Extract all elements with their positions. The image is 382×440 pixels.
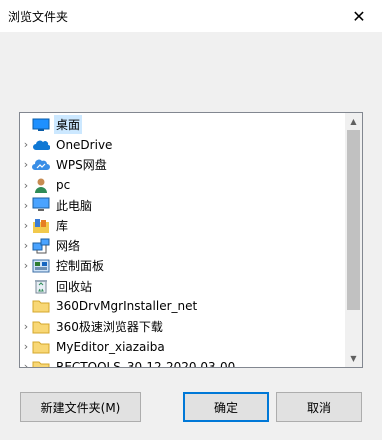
tree-item-label: 360DrvMgrInstaller_net [56,299,198,314]
network-icon [32,238,50,254]
desktop-icon [32,117,50,133]
tree-item[interactable]: › 360极速浏览器下载 [20,316,345,337]
ok-button[interactable]: 确定 [183,392,269,422]
scroll-down-arrow-icon[interactable]: ▼ [345,350,362,367]
new-folder-button[interactable]: 新建文件夹(M) [20,392,141,422]
window-title: 浏览文件夹 [8,10,69,24]
tree-item[interactable]: › 库 [20,215,345,236]
chevron-right-icon[interactable]: › [20,195,32,216]
chevron-placeholder [20,276,32,297]
close-button[interactable]: ✕ [336,0,382,32]
tree-item-label: 回收站 [56,279,93,294]
tree-item[interactable]: › WPS网盘 [20,154,345,175]
library-icon [32,218,50,234]
chevron-right-icon[interactable]: › [20,175,32,196]
folder-icon [32,339,50,355]
chevron-right-icon[interactable]: › [20,316,32,337]
chevron-right-icon[interactable]: › [20,134,32,155]
cancel-button[interactable]: 取消 [276,392,362,422]
folder-icon [32,319,50,335]
tree-item-label: 网络 [56,239,81,254]
tree-item[interactable]: › 控制面板 [20,255,345,276]
tree-item-label: MyEditor_xiazaiba [56,339,165,354]
tree-item[interactable]: › 此电脑 [20,195,345,216]
folder-tree[interactable]: 桌面 › OneDrive › WPS网盘 › pc › 此电脑 › 库 › 网络 › 控制面板 回收站 360… [19,112,363,368]
chevron-right-icon[interactable]: › [20,154,32,175]
tree-item[interactable]: › OneDrive [20,134,345,155]
title-bar: 浏览文件夹 ✕ [0,0,382,32]
scroll-up-arrow-icon[interactable]: ▲ [345,113,362,130]
tree-item-label: OneDrive [56,137,113,152]
tree-item-label: 此电脑 [56,198,93,213]
tree-item-label: 360极速浏览器下载 [56,320,163,334]
chevron-right-icon[interactable]: › [20,235,32,256]
tree-item-label: 桌面 [54,115,83,134]
tree-item[interactable]: 回收站 [20,276,345,297]
chevron-right-icon[interactable]: › [20,255,32,276]
control-panel-icon [32,258,50,274]
user-icon [32,177,50,194]
tree-item-label: WPS网盘 [56,158,107,173]
folder-tree-rows: 桌面 › OneDrive › WPS网盘 › pc › 此电脑 › 库 › 网络 › 控制面板 回收站 360… [20,113,345,367]
chevron-right-icon[interactable]: › [20,356,32,367]
computer-icon [32,197,50,213]
onedrive-cloud-icon [32,137,50,153]
recycle-bin-icon [32,278,50,294]
tree-item-label: 控制面板 [56,259,105,274]
scrollbar-thumb[interactable] [347,130,360,310]
tree-item[interactable]: › 网络 [20,235,345,256]
tree-item-label: pc [56,178,71,193]
wps-cloud-icon [32,157,50,173]
chevron-placeholder [20,114,32,135]
chevron-placeholder [20,296,32,317]
tree-item-label: RECTOOLS_30-12-2020 03-00 [56,359,236,368]
tree-item[interactable]: 360DrvMgrInstaller_net [20,296,345,317]
tree-item[interactable]: › pc [20,175,345,196]
chevron-right-icon[interactable]: › [20,336,32,357]
close-icon: ✕ [352,6,366,26]
folder-icon [32,359,50,367]
tree-item[interactable]: › RECTOOLS_30-12-2020 03-00 [20,356,345,368]
vertical-scrollbar[interactable]: ▲ ▼ [345,113,362,367]
tree-item[interactable]: › MyEditor_xiazaiba [20,336,345,357]
tree-item-label: 库 [56,219,69,233]
chevron-right-icon[interactable]: › [20,215,32,236]
folder-icon [32,298,50,314]
tree-item-selected[interactable]: 桌面 [20,114,345,135]
